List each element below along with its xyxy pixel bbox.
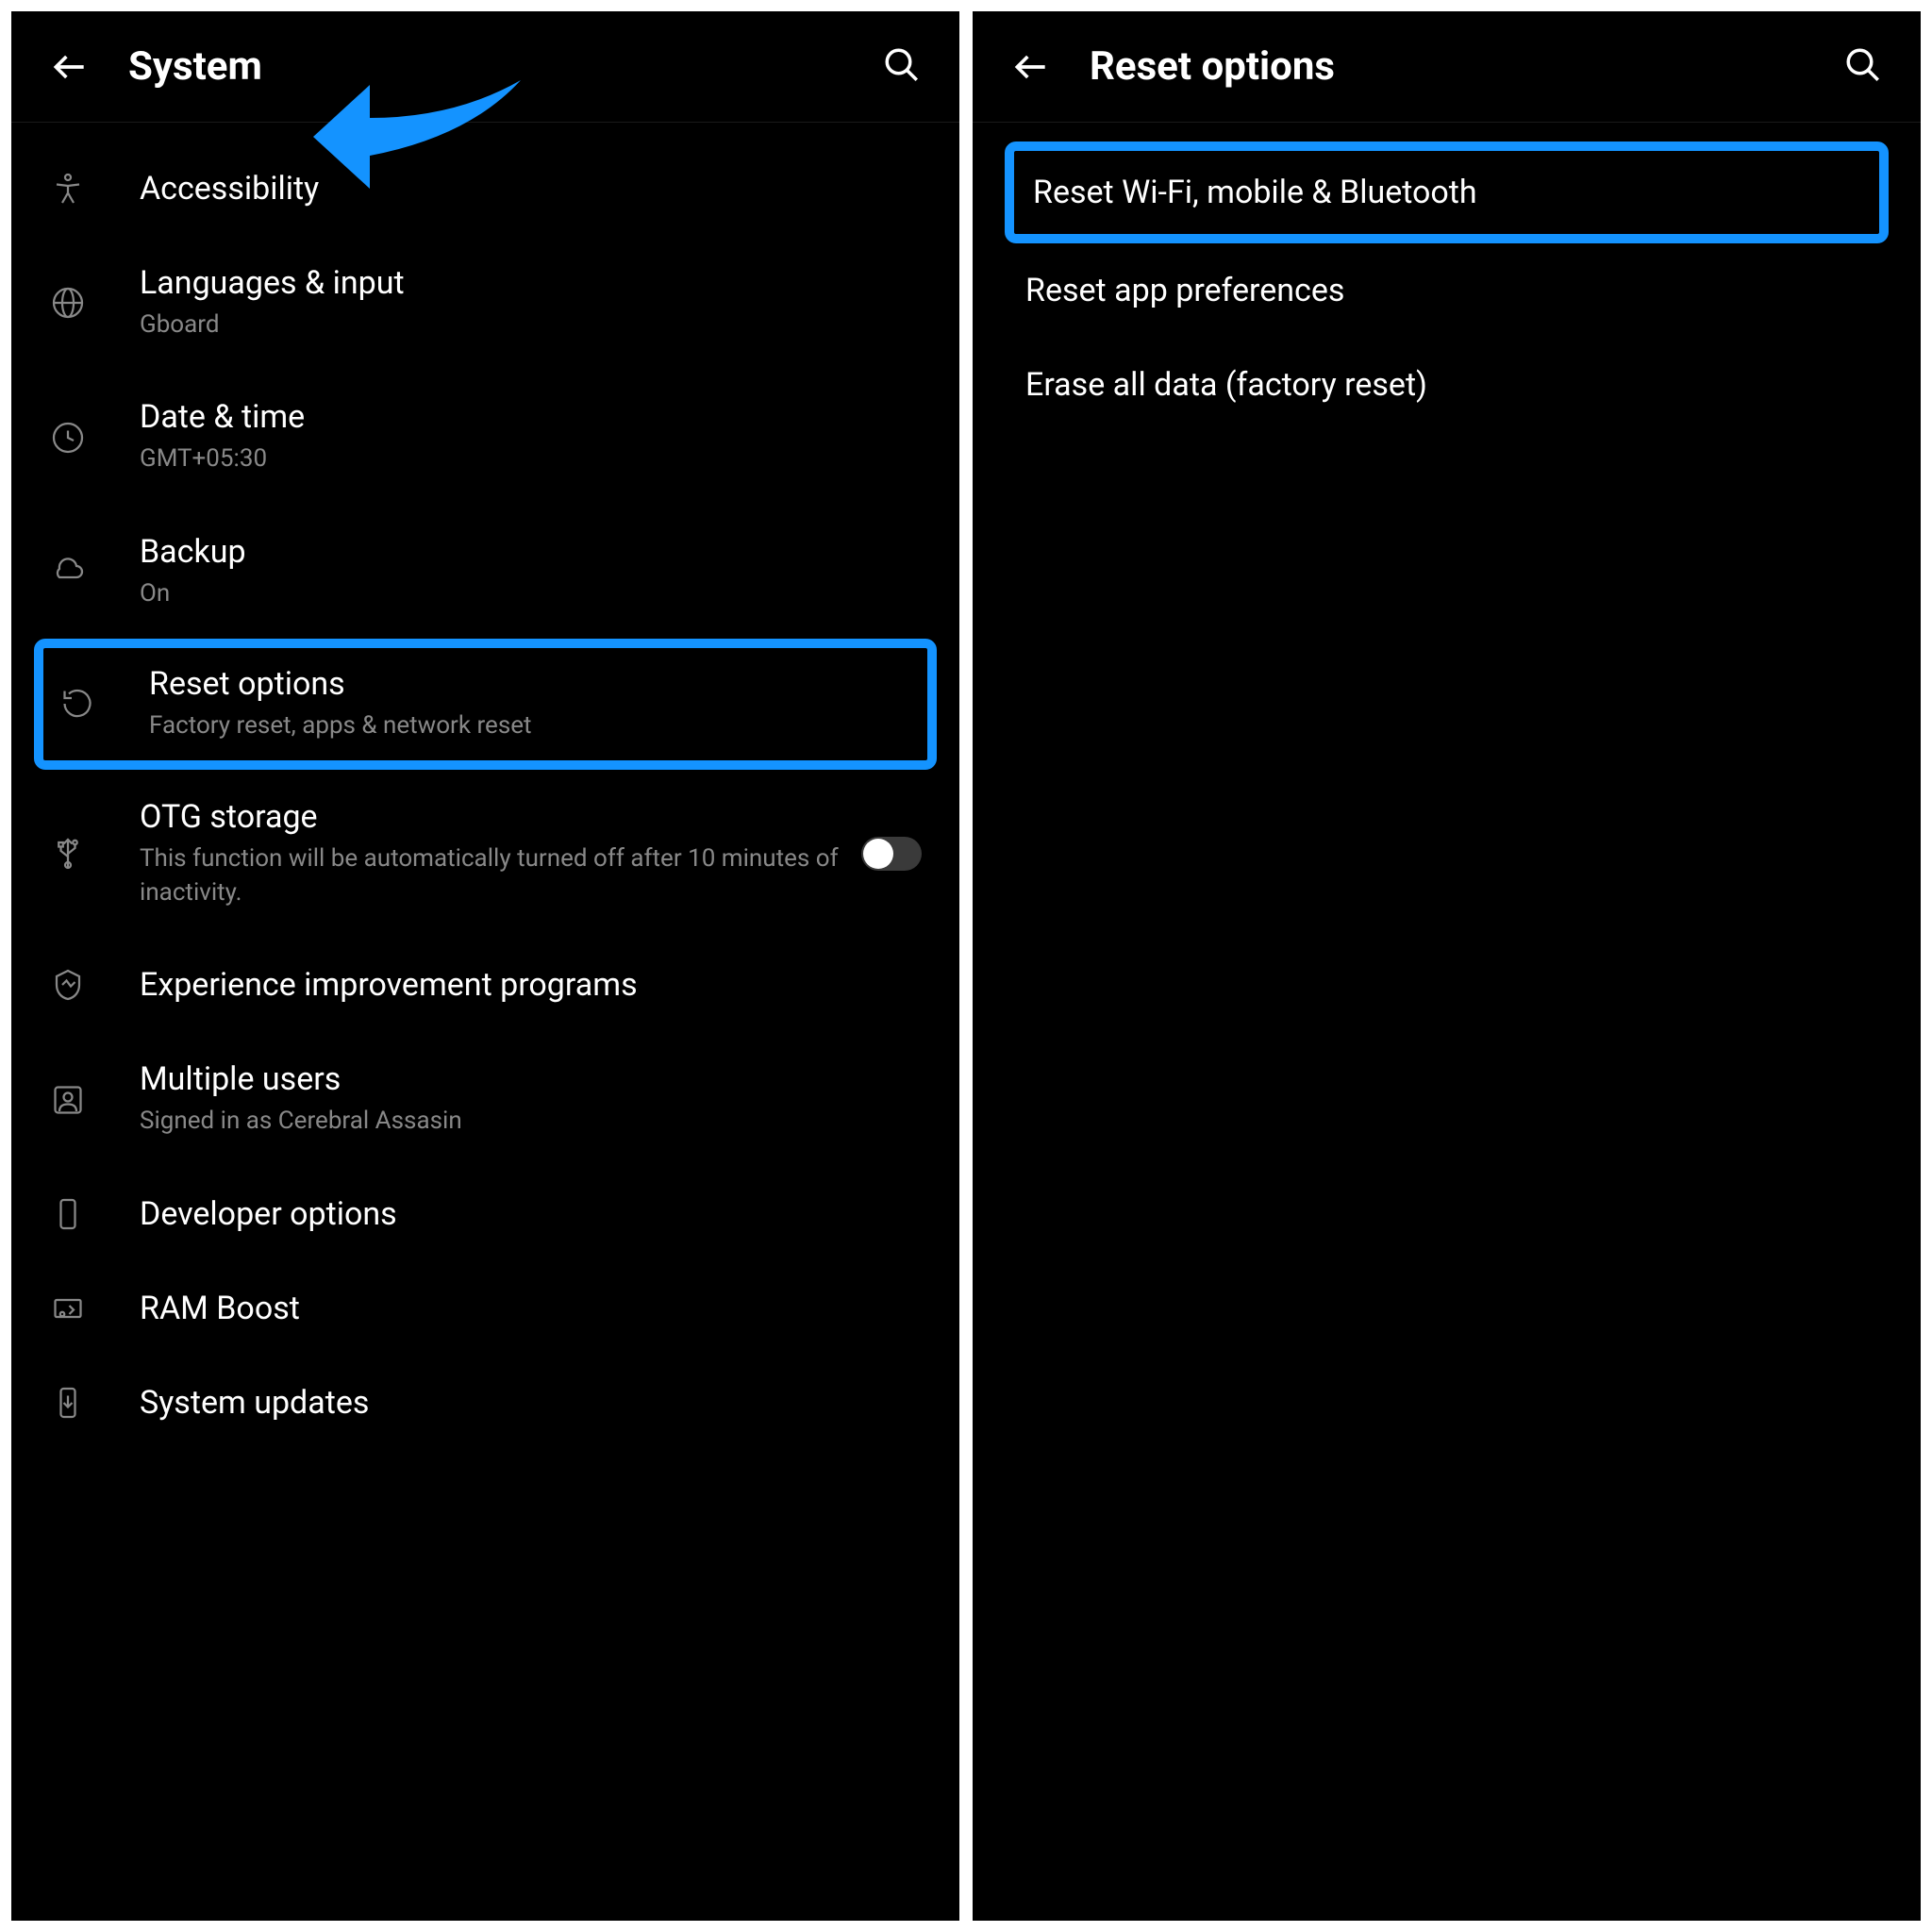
download-icon <box>49 1384 87 1422</box>
item-title: Multiple users <box>140 1060 922 1098</box>
reset-icon <box>58 685 96 723</box>
reset-app-prefs-item[interactable]: Reset app preferences <box>973 243 1921 338</box>
otg-toggle[interactable] <box>861 837 922 871</box>
accessibility-icon <box>49 170 87 208</box>
search-icon[interactable] <box>1843 45 1883 89</box>
system-settings-screen: System Accessibility <box>11 11 959 1921</box>
datetime-item[interactable]: Date & time GMT+05:30 <box>11 370 959 504</box>
otg-storage-item[interactable]: OTG storage This function will be automa… <box>11 770 959 939</box>
page-title: Reset options <box>1090 43 1843 90</box>
user-icon <box>49 1081 87 1119</box>
item-title: Erase all data (factory reset) <box>1025 366 1868 404</box>
item-subtitle: On <box>140 576 922 610</box>
backup-item[interactable]: Backup On <box>11 505 959 639</box>
item-subtitle: This function will be automatically turn… <box>140 841 861 910</box>
page-title: System <box>128 43 882 90</box>
item-title: Experience improvement programs <box>140 966 922 1004</box>
globe-icon <box>49 284 87 322</box>
settings-list: Accessibility Languages & input Gboard D… <box>11 123 959 1921</box>
item-title: Reset options <box>149 665 912 703</box>
item-title: Reset Wi-Fi, mobile & Bluetooth <box>1033 174 1860 211</box>
phone-icon <box>49 1195 87 1233</box>
developer-options-item[interactable]: Developer options <box>11 1167 959 1261</box>
item-title: Accessibility <box>140 170 922 208</box>
shield-icon <box>49 966 87 1004</box>
item-title: Date & time <box>140 398 922 436</box>
usb-icon <box>49 835 87 873</box>
header: System <box>11 11 959 123</box>
cloud-icon <box>49 553 87 591</box>
ram-boost-item[interactable]: RAM Boost <box>11 1261 959 1356</box>
ram-icon <box>49 1290 87 1327</box>
item-title: OTG storage <box>140 798 861 836</box>
item-title: Reset app preferences <box>1025 272 1868 309</box>
item-title: Languages & input <box>140 264 922 302</box>
item-subtitle: GMT+05:30 <box>140 441 922 475</box>
back-button[interactable] <box>1010 46 1052 88</box>
item-title: Backup <box>140 533 922 571</box>
item-title: System updates <box>140 1384 922 1422</box>
factory-reset-item[interactable]: Erase all data (factory reset) <box>973 338 1921 432</box>
reset-options-screen: Reset options Reset Wi-Fi, mobile & Blue… <box>973 11 1921 1921</box>
clock-icon <box>49 419 87 457</box>
item-subtitle: Signed in as Cerebral Assasin <box>140 1104 922 1138</box>
reset-wifi-item[interactable]: Reset Wi-Fi, mobile & Bluetooth <box>1005 142 1889 243</box>
back-button[interactable] <box>49 46 91 88</box>
toggle-knob <box>863 839 893 869</box>
languages-item[interactable]: Languages & input Gboard <box>11 236 959 370</box>
item-subtitle: Factory reset, apps & network reset <box>149 708 912 742</box>
accessibility-item[interactable]: Accessibility <box>11 142 959 236</box>
system-updates-item[interactable]: System updates <box>11 1356 959 1450</box>
item-title: RAM Boost <box>140 1290 922 1327</box>
item-subtitle: Gboard <box>140 308 922 341</box>
multiple-users-item[interactable]: Multiple users Signed in as Cerebral Ass… <box>11 1032 959 1166</box>
reset-list: Reset Wi-Fi, mobile & Bluetooth Reset ap… <box>973 123 1921 1921</box>
header: Reset options <box>973 11 1921 123</box>
search-icon[interactable] <box>882 45 922 89</box>
reset-options-item[interactable]: Reset options Factory reset, apps & netw… <box>34 639 937 769</box>
item-title: Developer options <box>140 1195 922 1233</box>
experience-item[interactable]: Experience improvement programs <box>11 938 959 1032</box>
